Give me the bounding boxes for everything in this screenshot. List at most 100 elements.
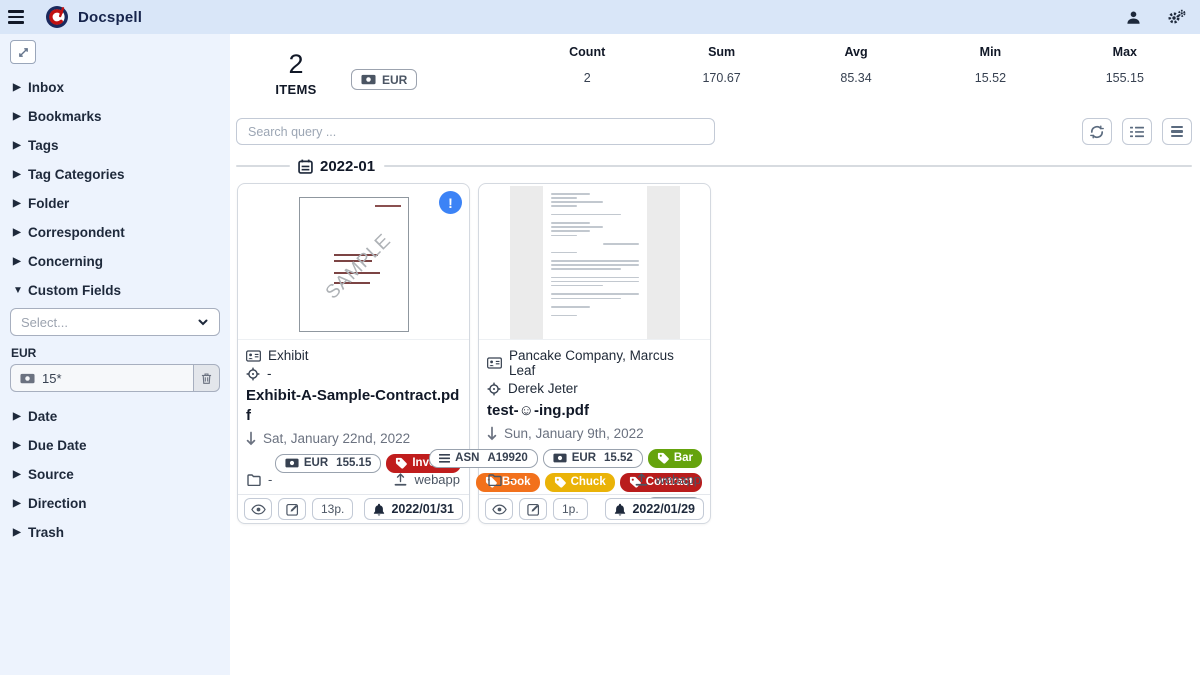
sidebar-item-trash[interactable]: ▶Trash <box>0 518 230 547</box>
app-title: Docspell <box>78 9 142 26</box>
card-footer: 13p. 2022/01/31 <box>238 494 469 523</box>
caret-right-icon: ▶ <box>13 111 28 122</box>
correspondent-line[interactable]: Exhibit <box>246 348 461 363</box>
money-bill-icon <box>553 453 567 463</box>
sidebar-item-direction[interactable]: ▶Direction <box>0 489 230 518</box>
due-date-button[interactable]: 2022/01/29 <box>605 498 704 520</box>
refresh-icon <box>1090 125 1104 139</box>
sidebar-item-custom-fields[interactable]: ▼Custom Fields <box>0 276 230 305</box>
item-title[interactable]: test-☺-ing.pdf <box>487 401 702 421</box>
tag-icon <box>657 452 669 464</box>
caret-down-icon: ▼ <box>13 285 28 296</box>
concerning-line[interactable]: Derek Jeter <box>487 381 702 396</box>
item-card: Pancake Company, Marcus Leaf Derek Jeter… <box>478 183 711 524</box>
item-thumbnail[interactable] <box>479 184 710 340</box>
caret-right-icon: ▶ <box>13 82 28 93</box>
money-bill-icon <box>285 458 299 468</box>
alert-badge[interactable]: ! <box>439 191 462 214</box>
settings-gears-icon[interactable] <box>1167 9 1186 25</box>
edit-button[interactable] <box>278 498 306 520</box>
custom-fields-panel: Select... EUR <box>0 305 230 402</box>
caret-right-icon: ▶ <box>13 256 28 267</box>
items-count: 2 <box>266 50 326 80</box>
tag-icon <box>395 457 407 469</box>
preview-button[interactable] <box>244 498 272 520</box>
chevron-down-icon <box>197 316 209 328</box>
sidebar-expand-button[interactable] <box>10 40 36 64</box>
document-preview <box>543 186 647 340</box>
sidebar-item-bookmarks[interactable]: ▶Bookmarks <box>0 102 230 131</box>
list-view-button[interactable] <box>1122 118 1152 145</box>
caret-right-icon: ▶ <box>13 469 28 480</box>
sidebar-item-inbox[interactable]: ▶Inbox <box>0 73 230 102</box>
stats-metrics: Count2 Sum170.67 Avg85.34 Min15.52 Max15… <box>520 45 1192 85</box>
crosshair-icon <box>246 367 260 381</box>
caret-right-icon: ▶ <box>13 169 28 180</box>
sample-watermark: SAMPLE <box>305 213 409 320</box>
exclamation-icon: ! <box>448 195 453 211</box>
metric-avg: Avg85.34 <box>789 45 923 85</box>
top-navbar: Docspell <box>0 0 1200 34</box>
correspondent-line[interactable]: Pancake Company, Marcus Leaf <box>487 348 702 378</box>
caret-right-icon: ▶ <box>13 411 28 422</box>
items-count-block: 2 ITEMS <box>266 50 326 97</box>
pencil-square-icon <box>527 503 540 516</box>
pages-button[interactable]: 13p. <box>312 498 353 520</box>
metric-count: Count2 <box>520 45 654 85</box>
sidebar-item-folder[interactable]: ▶Folder <box>0 189 230 218</box>
hamburger-menu-icon[interactable] <box>0 0 32 34</box>
expand-arrows-icon <box>18 47 29 58</box>
pencil-square-icon <box>286 503 299 516</box>
arrow-down-icon <box>246 431 256 446</box>
list-lines-icon <box>439 454 450 463</box>
preview-button[interactable] <box>485 498 513 520</box>
folder-icon <box>247 474 261 486</box>
concerning-line[interactable]: - <box>246 366 461 381</box>
pages-button[interactable]: 1p. <box>553 498 588 520</box>
month-group-label: 2022-01 <box>320 158 375 175</box>
custom-field-select[interactable]: Select... <box>10 308 220 336</box>
folder-source-row: - webapp <box>488 472 701 487</box>
app-logo[interactable]: Docspell <box>45 5 142 29</box>
bell-icon <box>614 503 626 516</box>
amount-badge: EUR15.52 <box>543 449 643 468</box>
caret-right-icon: ▶ <box>13 527 28 538</box>
currency-summary-chip: EUR <box>351 69 417 90</box>
calendar-icon <box>298 159 313 174</box>
item-thumbnail[interactable]: SAMPLE ! <box>238 184 469 340</box>
sidebar-item-concerning[interactable]: ▶Concerning <box>0 247 230 276</box>
item-card: SAMPLE ! Exhibit - Exhibit-A-Sample <box>237 183 470 524</box>
caret-right-icon: ▶ <box>13 440 28 451</box>
tag-badge[interactable]: Bar <box>648 449 702 468</box>
asn-badge: ASNA19920 <box>429 449 538 468</box>
sidebar-item-due-date[interactable]: ▶Due Date <box>0 431 230 460</box>
menu-button[interactable] <box>1162 118 1192 145</box>
item-title[interactable]: Exhibit-A-Sample-Contract.pdf <box>246 386 461 426</box>
custom-field-label: EUR <box>11 346 220 360</box>
user-account-icon[interactable] <box>1126 10 1141 25</box>
sidebar-item-tags[interactable]: ▶Tags <box>0 131 230 160</box>
clear-field-button[interactable] <box>193 364 220 392</box>
caret-right-icon: ▶ <box>13 198 28 209</box>
due-date-button[interactable]: 2022/01/31 <box>364 498 463 520</box>
sidebar-item-correspondent[interactable]: ▶Correspondent <box>0 218 230 247</box>
bell-icon <box>373 503 385 516</box>
caret-right-icon: ▶ <box>13 498 28 509</box>
search-input[interactable] <box>236 118 715 145</box>
sidebar-item-date[interactable]: ▶Date <box>0 402 230 431</box>
caret-right-icon: ▶ <box>13 227 28 238</box>
card-footer: 1p. 2022/01/29 <box>479 494 710 523</box>
metric-sum: Sum170.67 <box>654 45 788 85</box>
folder-value: - <box>268 472 272 487</box>
folder-value: - <box>509 472 513 487</box>
eur-filter-input[interactable] <box>42 371 184 386</box>
month-group-divider: 2022-01 <box>236 157 1192 175</box>
sidebar-item-tag-categories[interactable]: ▶Tag Categories <box>0 160 230 189</box>
sidebar-item-source[interactable]: ▶Source <box>0 460 230 489</box>
edit-button[interactable] <box>519 498 547 520</box>
source-value: webapp <box>414 472 460 487</box>
metric-min: Min15.52 <box>923 45 1057 85</box>
folder-source-row: - webapp <box>247 472 460 487</box>
caret-right-icon: ▶ <box>13 140 28 151</box>
refresh-button[interactable] <box>1082 118 1112 145</box>
